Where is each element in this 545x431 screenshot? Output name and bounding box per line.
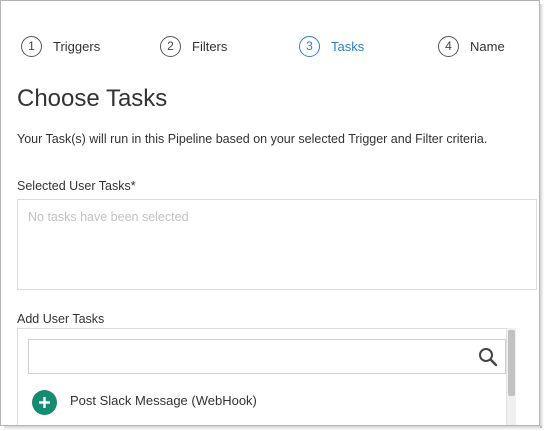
task-item-post-slack-message[interactable]: Post Slack Message (WebHook) [32,390,257,415]
step-label: Tasks [331,38,365,54]
task-item-name: Post Slack Message (WebHook) [70,393,257,408]
step-label: Triggers [53,38,101,54]
step-number: 3 [299,35,320,57]
add-tasks-scrollbar[interactable] [506,328,516,425]
scrollbar-thumb[interactable] [508,330,515,396]
page-description: Your Task(s) will run in this Pipeline b… [17,132,488,146]
pipeline-wizard-panel: 1 Triggers 2 Filters 3 Tasks 4 Name Choo… [0,0,540,426]
selected-tasks-box[interactable]: No tasks have been selected [17,199,537,290]
task-search-field [28,339,506,374]
step-number: 1 [21,35,42,57]
panel-shadow-bottom [4,426,542,430]
step-triggers[interactable]: 1 Triggers [21,35,100,57]
add-tasks-label: Add User Tasks [17,312,105,326]
step-name[interactable]: 4 Name [438,35,505,57]
step-label: Filters [192,38,228,54]
step-number: 4 [438,35,459,57]
step-filters[interactable]: 2 Filters [160,35,227,57]
search-icon[interactable] [477,346,499,368]
plus-icon[interactable] [32,390,57,415]
step-label: Name [470,38,505,54]
selected-tasks-empty-text: No tasks have been selected [28,210,189,224]
selected-tasks-label: Selected User Tasks* [17,179,136,193]
page-title: Choose Tasks [17,85,168,112]
step-number: 2 [160,35,181,57]
task-search-input[interactable] [29,340,469,373]
step-tasks[interactable]: 3 Tasks [299,35,364,57]
panel-shadow-right [540,4,544,428]
